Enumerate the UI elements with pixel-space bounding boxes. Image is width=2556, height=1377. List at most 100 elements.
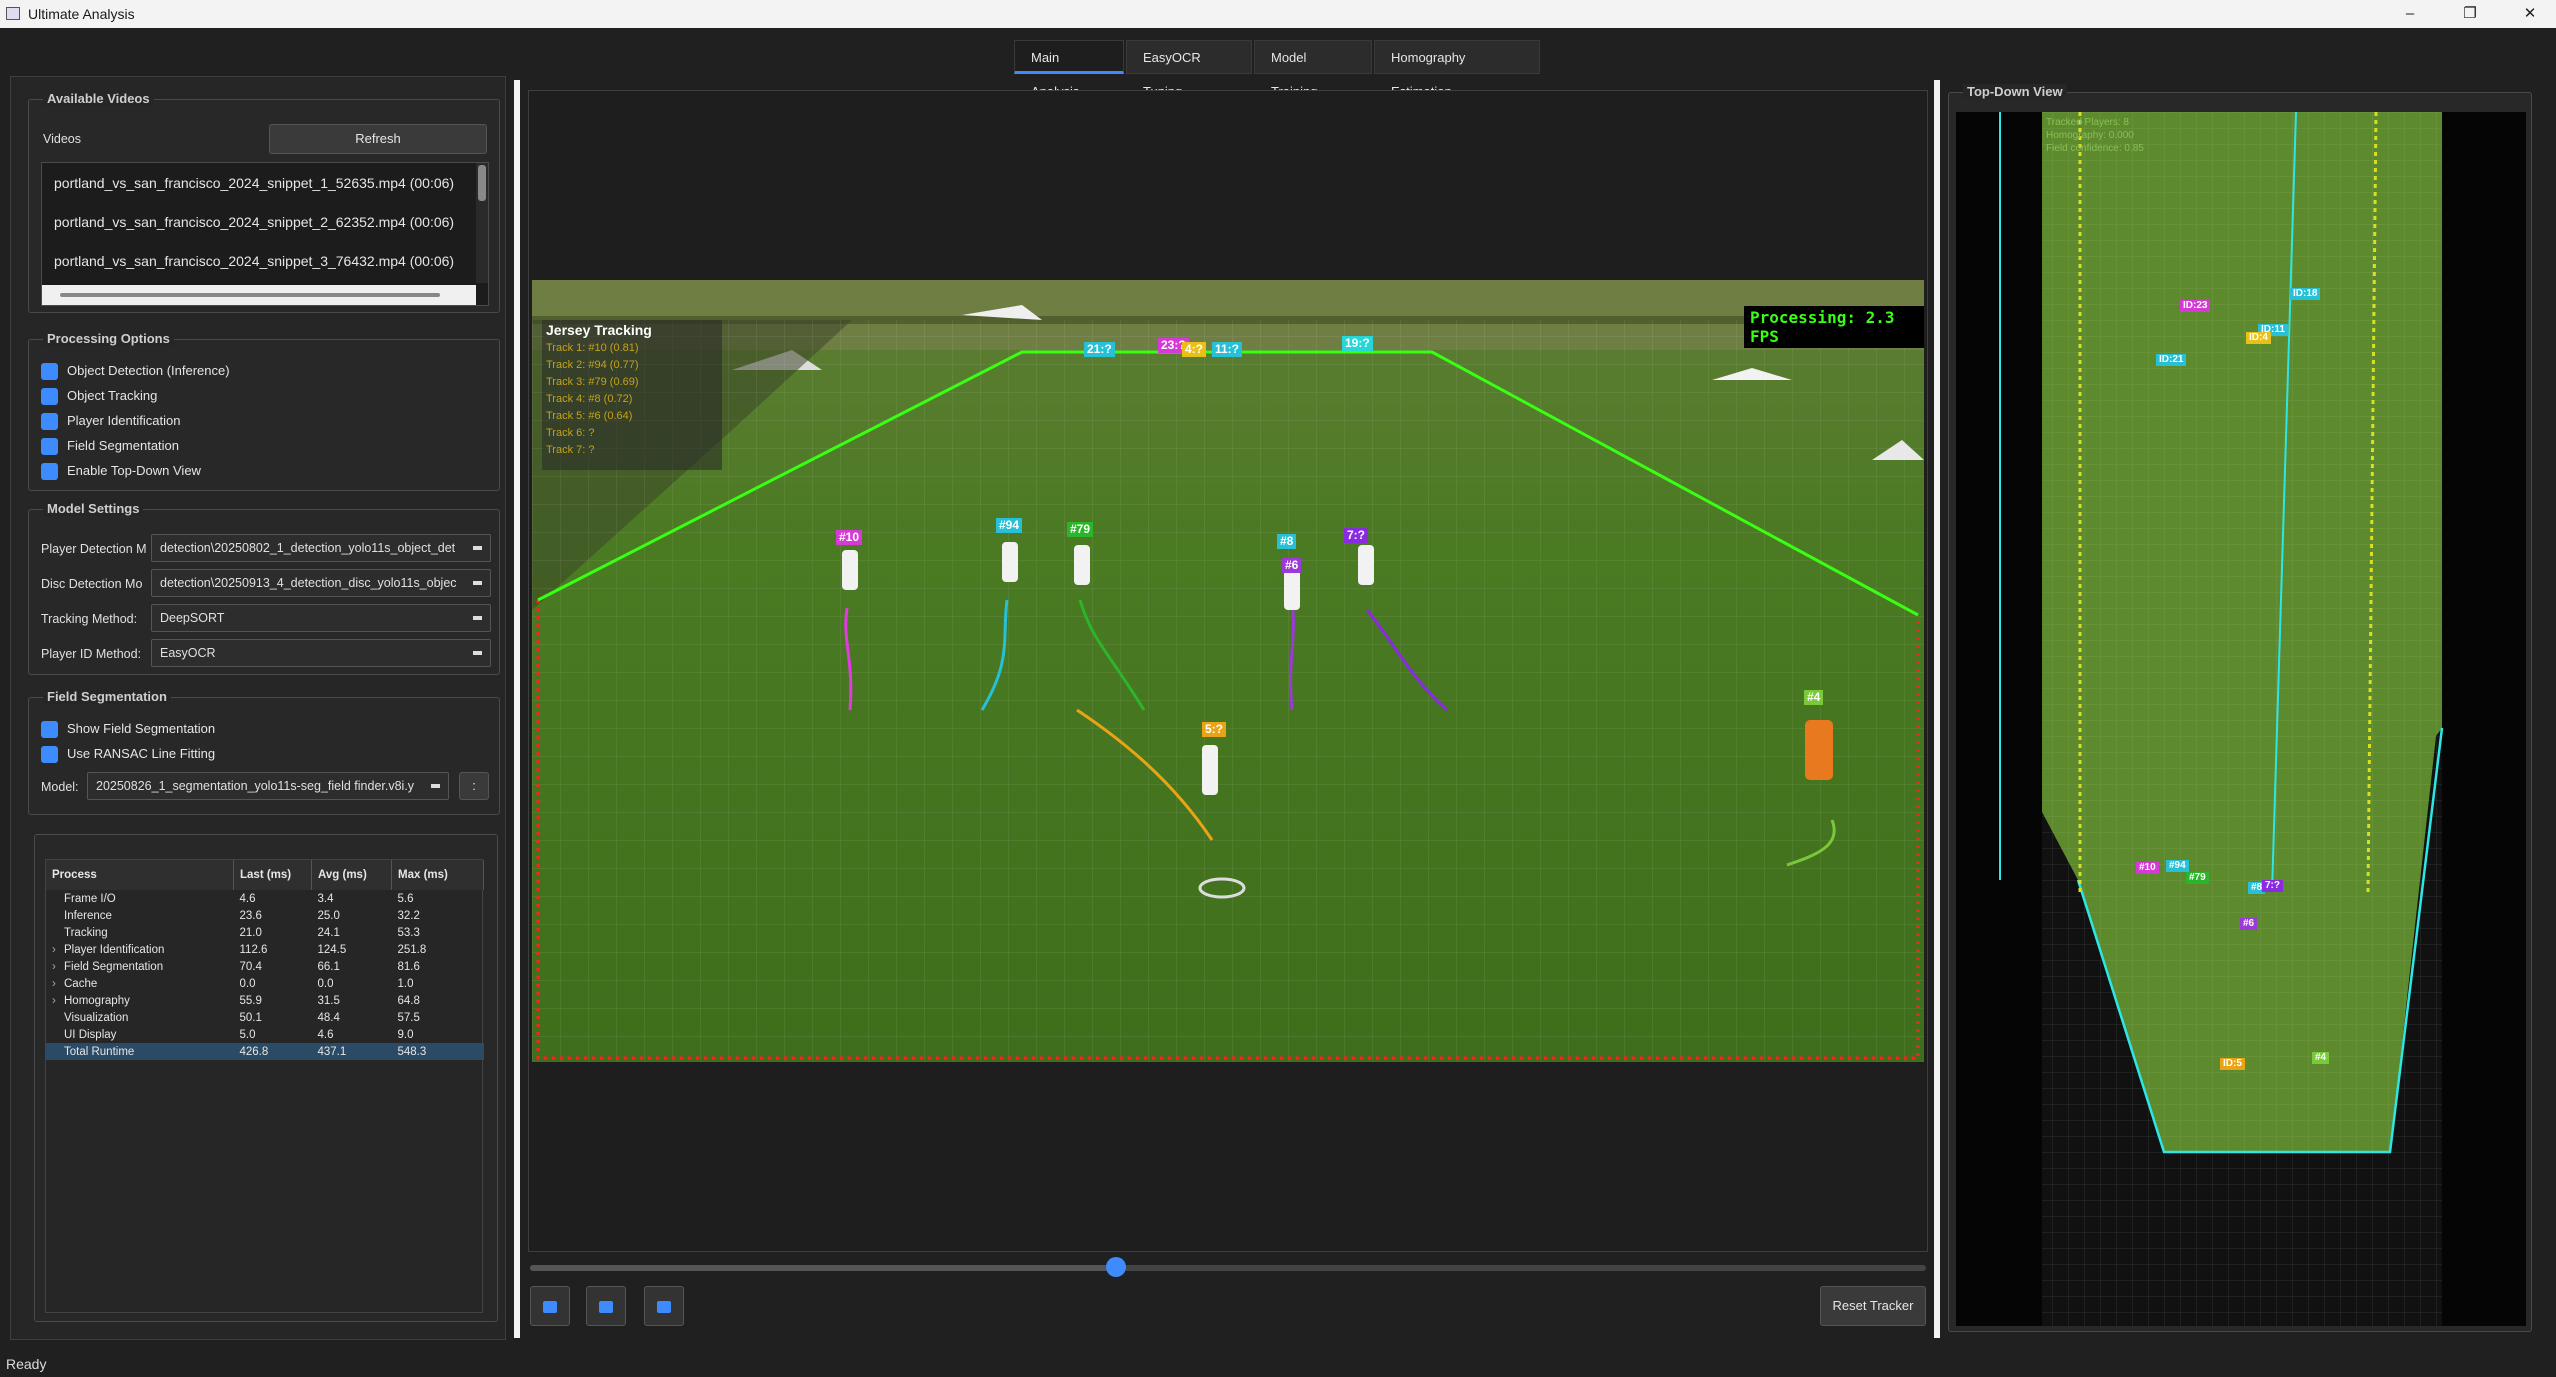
table-row[interactable]: › Homography 55.9 31.5 64.8: [46, 992, 484, 1009]
table-row[interactable]: Inference 23.6 25.0 32.2: [46, 907, 484, 924]
process-cell: › Player Identification: [46, 941, 234, 958]
rewind-button[interactable]: [530, 1286, 570, 1326]
minimize-button[interactable]: –: [2390, 2, 2430, 26]
processing-options-title: Processing Options: [43, 331, 174, 346]
tracking-method-label: Tracking Method:: [41, 612, 138, 626]
timeline-fill: [530, 1265, 1117, 1271]
process-cell: Frame I/O: [46, 890, 234, 907]
topdown-marker: ID:18: [2290, 288, 2321, 300]
refresh-button[interactable]: Refresh: [269, 124, 487, 154]
expand-chevron-icon[interactable]: ›: [52, 944, 64, 956]
checkbox-box[interactable]: [41, 463, 58, 480]
pause-icon: [599, 1301, 613, 1313]
disc-detection-model-select[interactable]: detection\20250913_4_detection_disc_yolo…: [151, 569, 491, 597]
column-header-process[interactable]: Process: [46, 860, 234, 890]
process-cell: UI Display: [46, 1026, 234, 1043]
restore-button[interactable]: ❐: [2450, 2, 2490, 26]
column-header-max[interactable]: Max (ms): [391, 860, 484, 890]
checkbox-box[interactable]: [41, 746, 58, 763]
left-splitter-handle[interactable]: [514, 80, 520, 1338]
table-row[interactable]: Total Runtime 426.8 437.1 548.3: [46, 1043, 484, 1060]
process-name: Tracking: [64, 926, 108, 939]
checkbox-box[interactable]: [41, 363, 58, 380]
right-splitter-handle[interactable]: [1934, 80, 1940, 1338]
tab-homography-estimation[interactable]: Homography Estimation: [1374, 40, 1540, 99]
max-ms-cell: 5.6: [397, 892, 414, 905]
top-down-view-title: Top-Down View: [1963, 84, 2067, 99]
avg-ms-cell: 24.1: [317, 926, 340, 939]
timeline-slider[interactable]: [530, 1257, 1926, 1277]
jersey-panel-lines: Track 1: #10 (0.81) Track 2: #94 (0.77) Tr…: [542, 340, 722, 459]
tracking-method-select[interactable]: DeepSORT: [151, 604, 491, 632]
video-list[interactable]: portland_vs_san_francisco_2024_snippet_1…: [41, 162, 489, 306]
checkbox-label: Show Field Segmentation: [67, 721, 216, 736]
tab-main-analysis[interactable]: Main Analysis: [1014, 40, 1124, 99]
expand-chevron-icon[interactable]: ›: [52, 961, 64, 973]
table-header-row: Process Last (ms) Avg (ms) Max (ms): [46, 860, 484, 890]
video-frame[interactable]: Jersey Tracking Track 1: #10 (0.81) Track…: [532, 280, 1924, 1062]
select-value: detection\20250802_1_detection_yolo11s_o…: [160, 541, 456, 555]
max-ms-cell: 81.6: [397, 960, 420, 973]
column-header-avg[interactable]: Avg (ms): [311, 860, 392, 890]
avg-ms-cell: 4.6: [317, 1028, 334, 1041]
top-down-canvas: Tracked Players: 8 Homography: 0.000 Field…: [1956, 112, 2526, 1326]
performance-table: Process Last (ms) Avg (ms) Max (ms) Fram…: [46, 860, 484, 1060]
track-label: #79: [1067, 522, 1094, 537]
track-label: 7:?: [1344, 528, 1368, 543]
topdown-overlay-line: Field confidence: 0.85: [2046, 143, 2144, 154]
player-id-method-select[interactable]: EasyOCR: [151, 639, 491, 667]
expand-chevron-icon[interactable]: ›: [52, 978, 64, 990]
table-row[interactable]: › Cache 0.0 0.0 1.0: [46, 975, 484, 992]
table-row[interactable]: Frame I/O 4.6 3.4 5.6: [46, 890, 484, 907]
avg-ms-cell: 31.5: [317, 994, 340, 1007]
max-ms-cell: 53.3: [397, 926, 420, 939]
dropdown-arrow-icon: [473, 616, 482, 620]
checkbox-box[interactable]: [41, 388, 58, 405]
video-list-item[interactable]: portland_vs_san_francisco_2024_snippet_2…: [54, 214, 454, 230]
segmentation-model-select[interactable]: 20250826_1_segmentation_yolo11s-seg_fiel…: [87, 772, 449, 800]
status-text: Ready: [6, 1356, 47, 1372]
fast-forward-button[interactable]: [644, 1286, 684, 1326]
checkbox-box[interactable]: [41, 721, 58, 738]
process-cell: Tracking: [46, 924, 234, 941]
app-icon: [6, 7, 20, 20]
topdown-marker: #6: [2240, 918, 2258, 930]
player-shape: [1074, 545, 1090, 585]
table-row[interactable]: › Field Segmentation 70.4 66.1 81.6: [46, 958, 484, 975]
browse-model-button[interactable]: :: [459, 772, 489, 800]
table-row[interactable]: Tracking 21.0 24.1 53.3: [46, 924, 484, 941]
table-row[interactable]: › Player Identification 112.6 124.5 251.8: [46, 941, 484, 958]
player-shape: [1358, 545, 1374, 585]
scrollbar-thumb[interactable]: [60, 293, 440, 297]
table-row[interactable]: UI Display 5.0 4.6 9.0: [46, 1026, 484, 1043]
player-shape: [842, 550, 858, 590]
tab-model-training[interactable]: Model Training: [1254, 40, 1372, 99]
player-detection-model-select[interactable]: detection\20250802_1_detection_yolo11s_o…: [151, 534, 491, 562]
table-row[interactable]: Visualization 50.1 48.4 57.5: [46, 1009, 484, 1026]
avg-ms-cell: 48.4: [317, 1011, 340, 1024]
jersey-panel-line: Track 1: #10 (0.81): [546, 342, 639, 354]
checkbox-label: Field Segmentation: [67, 438, 180, 453]
avg-ms-cell: 437.1: [311, 1043, 392, 1060]
list-horizontal-scrollbar[interactable]: [42, 285, 476, 305]
processing-options-group: Processing Options Object Detection (Inf…: [28, 331, 500, 491]
timeline-handle[interactable]: [1106, 1257, 1127, 1277]
pause-button[interactable]: [586, 1286, 626, 1326]
expand-chevron-icon[interactable]: ›: [52, 995, 64, 1007]
video-list-item[interactable]: portland_vs_san_francisco_2024_snippet_1…: [54, 175, 454, 191]
video-list-item[interactable]: portland_vs_san_francisco_2024_snippet_3…: [54, 253, 454, 269]
topdown-marker: #10: [2136, 862, 2159, 874]
column-header-last[interactable]: Last (ms): [233, 860, 312, 890]
player-shape: [1284, 570, 1300, 610]
tab-easyocr-tuning[interactable]: EasyOCR Tuning: [1126, 40, 1252, 99]
dropdown-arrow-icon: [473, 581, 482, 585]
list-vertical-scrollbar[interactable]: [476, 163, 488, 283]
topdown-marker: #94: [2166, 860, 2189, 872]
reset-tracker-button[interactable]: Reset Tracker: [1820, 1286, 1926, 1326]
checkbox-box[interactable]: [41, 413, 58, 430]
rewind-icon: [543, 1301, 557, 1313]
checkbox-box[interactable]: [41, 438, 58, 455]
close-button[interactable]: ✕: [2510, 2, 2550, 26]
jersey-panel-line: Track 4: #8 (0.72): [546, 393, 633, 405]
scrollbar-thumb[interactable]: [478, 165, 486, 201]
